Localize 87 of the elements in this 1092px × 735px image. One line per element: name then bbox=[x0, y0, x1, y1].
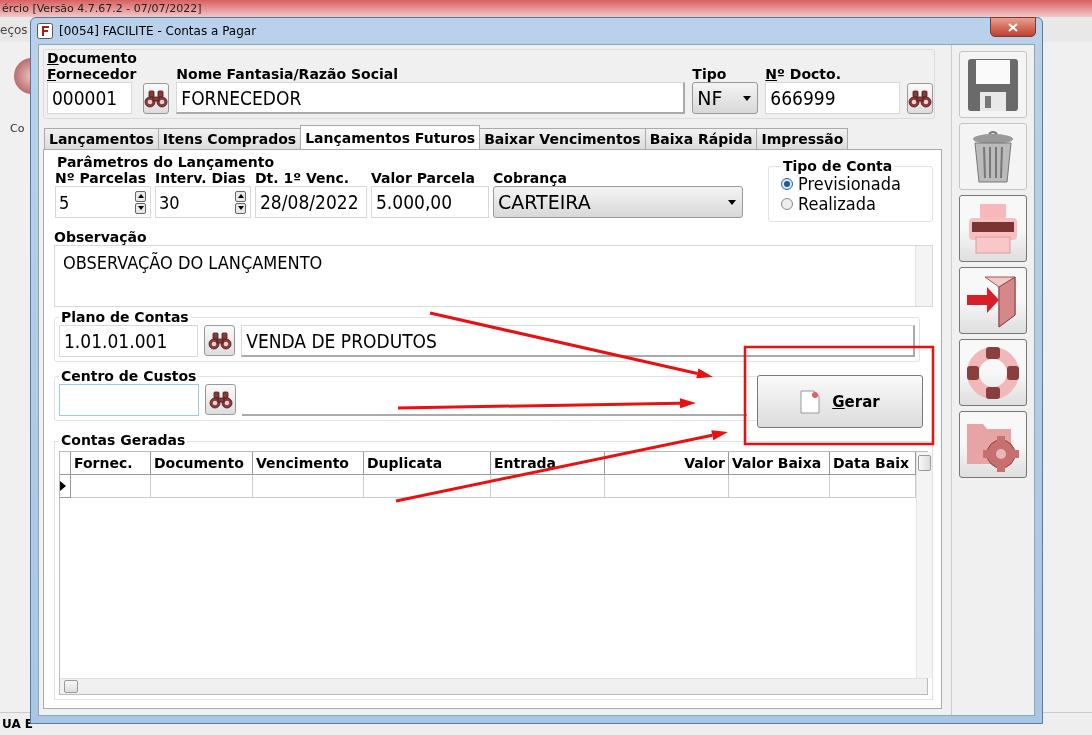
field-label: Valor Parcela bbox=[371, 170, 476, 186]
dropdown-arrow-icon bbox=[743, 95, 752, 101]
group-title: Plano de Contas bbox=[59, 309, 191, 325]
dropdown[interactable]: NF bbox=[692, 82, 759, 114]
group-title: Documento bbox=[47, 50, 138, 66]
tab[interactable]: Baixa Rápida bbox=[644, 128, 758, 149]
toolbar-button[interactable] bbox=[959, 195, 1028, 262]
tab[interactable]: Impressão bbox=[756, 128, 849, 149]
field-label: Tipo bbox=[692, 66, 728, 82]
text-area[interactable]: OBSERVAÇÃO DO LANÇAMENTO bbox=[54, 245, 933, 307]
radio-button[interactable]: Realizada bbox=[781, 194, 876, 214]
button-label[interactable]: Gerar bbox=[832, 392, 880, 411]
field-label: Nº Parcelas bbox=[55, 170, 148, 186]
text-field[interactable]: VENDA DE PRODUTOS bbox=[241, 325, 915, 357]
field-label: Nº Docto. bbox=[765, 66, 842, 82]
search-button[interactable] bbox=[204, 325, 236, 356]
table-cell[interactable] bbox=[253, 475, 364, 498]
group-title: Parâmetros do Lançamento bbox=[55, 154, 277, 170]
tab[interactable]: Itens Comprados bbox=[157, 128, 302, 149]
text-field[interactable]: FORNECEDOR bbox=[176, 82, 686, 114]
down-arrow-icon bbox=[237, 206, 244, 210]
horizontal-scrollbar[interactable] bbox=[60, 678, 927, 694]
column-header[interactable]: Duplicata bbox=[364, 452, 491, 475]
field-label: Fornecedor bbox=[47, 66, 137, 82]
generate-button[interactable]: Gerar bbox=[757, 375, 923, 428]
table-cell[interactable] bbox=[71, 475, 151, 498]
spin-down-button[interactable] bbox=[235, 202, 246, 214]
field-label: Nome Fantasia/Razão Social bbox=[176, 66, 399, 82]
vertical-scrollbar[interactable] bbox=[916, 452, 932, 678]
table-cell[interactable] bbox=[729, 475, 830, 498]
background-window-title: ércio [Versão 4.7.67.2 - 07/07/2022] bbox=[1, 2, 202, 15]
lifebuoy-icon bbox=[966, 345, 1021, 400]
up-arrow-icon bbox=[237, 194, 244, 198]
binoculars-icon bbox=[908, 89, 933, 108]
background-label: Co bbox=[10, 122, 25, 135]
radio-circle[interactable] bbox=[781, 198, 793, 210]
field-label: Observação bbox=[54, 229, 148, 245]
table-cell[interactable] bbox=[491, 475, 605, 498]
field-label: Dt. 1º Venc. bbox=[255, 170, 351, 186]
spin-down-button[interactable] bbox=[135, 202, 146, 214]
binoculars-icon bbox=[144, 89, 169, 108]
trash-can-icon bbox=[971, 129, 1016, 184]
field-label: Interv. Dias bbox=[155, 170, 247, 186]
column-header[interactable]: Vencimento bbox=[253, 452, 364, 475]
table-cell[interactable] bbox=[364, 475, 491, 498]
spin-up-button[interactable] bbox=[135, 190, 146, 202]
spin-up-button[interactable] bbox=[235, 190, 246, 202]
radio-circle[interactable] bbox=[781, 178, 793, 190]
group-title: Contas Geradas bbox=[59, 432, 188, 448]
search-button[interactable] bbox=[143, 83, 170, 114]
app-logo-icon bbox=[37, 23, 53, 39]
group-title: Centro de Custos bbox=[59, 368, 199, 384]
table-cell[interactable] bbox=[151, 475, 253, 498]
toolbar-button[interactable] bbox=[959, 411, 1028, 478]
text-field[interactable] bbox=[59, 384, 199, 416]
dropdown-arrow-icon bbox=[728, 199, 736, 205]
text-field[interactable]: 666999 bbox=[765, 82, 901, 114]
toolbar-button[interactable] bbox=[959, 267, 1028, 334]
tab[interactable]: Baixar Vencimentos bbox=[479, 128, 646, 149]
search-button[interactable] bbox=[205, 384, 236, 415]
column-header[interactable]: Documento bbox=[151, 452, 253, 475]
toolbar-button[interactable] bbox=[959, 339, 1028, 406]
text-field[interactable]: 5.000,00 bbox=[371, 186, 489, 218]
tab[interactable]: Lançamentos Futuros bbox=[300, 125, 481, 149]
radio-button[interactable]: Previsionada bbox=[781, 174, 901, 194]
dropdown[interactable]: CARTEIRA bbox=[493, 186, 743, 218]
group-title: Tipo de Conta bbox=[781, 158, 895, 174]
up-arrow-icon bbox=[137, 194, 144, 198]
column-header[interactable]: Entrada bbox=[491, 452, 605, 475]
column-header[interactable]: Valor bbox=[605, 452, 729, 475]
down-arrow-icon bbox=[137, 206, 144, 210]
column-header[interactable]: Fornec. bbox=[71, 452, 151, 475]
row-pointer-icon bbox=[60, 481, 66, 491]
text-field[interactable]: 28/08/2022 bbox=[255, 186, 367, 218]
tab[interactable]: Lançamentos bbox=[44, 128, 159, 149]
binoculars-icon bbox=[208, 390, 233, 409]
close-button[interactable] bbox=[990, 17, 1036, 37]
window-title: [0054] FACILITE - Contas a Pagar bbox=[59, 24, 257, 38]
close-icon bbox=[1008, 22, 1018, 32]
binoculars-icon bbox=[207, 331, 232, 350]
search-button[interactable] bbox=[907, 83, 934, 114]
text-field[interactable]: 000001 bbox=[47, 82, 132, 114]
document-icon bbox=[800, 389, 821, 414]
column-header[interactable]: Valor Baixa bbox=[729, 452, 830, 475]
field-label: Cobrança bbox=[493, 170, 568, 186]
table-cell[interactable] bbox=[605, 475, 729, 498]
text-field[interactable]: 1.01.01.001 bbox=[59, 325, 199, 357]
